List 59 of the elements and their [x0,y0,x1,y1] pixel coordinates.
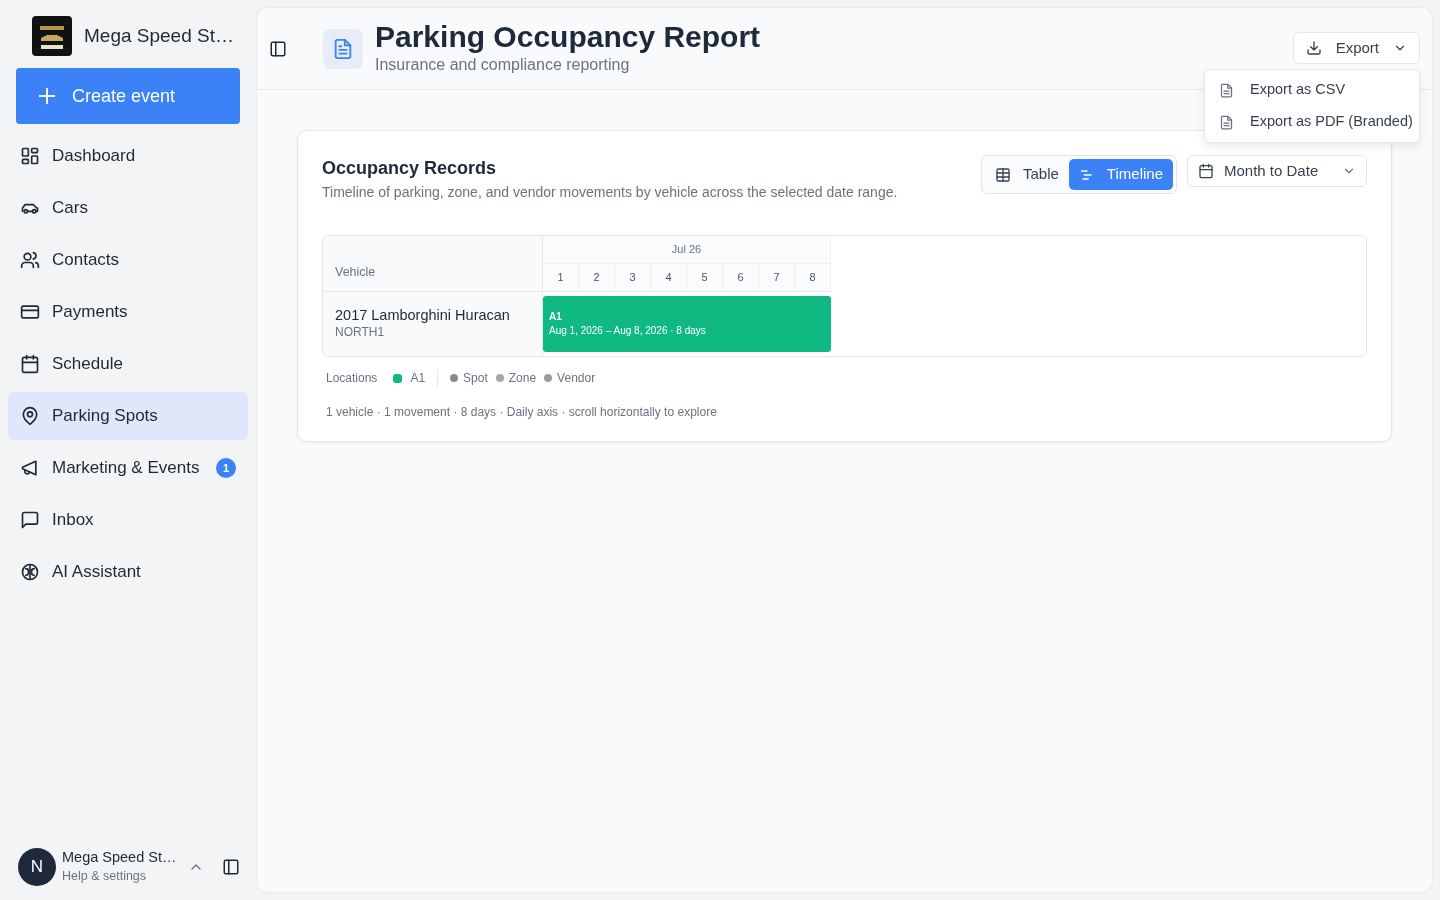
sidebar-item[interactable]: Schedule [8,340,248,388]
user-subtitle: Help & settings [62,868,148,886]
avatar: N [18,848,56,886]
plus-icon [36,85,58,107]
calendar-icon [1198,163,1214,179]
credit-card-icon [20,302,40,322]
day-label: 3 [615,264,651,291]
page-title: Parking Occupancy Report [375,20,761,53]
card-description: Timeline of parking, zone, and vendor movements by vehicle across the selected date range. [322,183,898,202]
month-label: Jul 26 [543,236,831,264]
document-icon [323,28,363,69]
count-badge: 1 [216,458,236,478]
brand-name: Mega Speed St… [84,23,234,48]
megaphone-icon [20,458,40,478]
day-label: 8 [795,264,831,291]
vehicle-name: 2017 Lamborghini Huracan [335,306,511,324]
user-name: Mega Speed St… [62,848,177,868]
file-icon [1219,114,1234,130]
file-icon [1219,82,1234,98]
dashboard-icon [20,146,40,166]
sidebar-item[interactable]: Dashboard [8,132,248,180]
sidebar-item[interactable]: Parking Spots [8,392,248,440]
legend-title: Locations [326,370,378,387]
vehicle-plate: NORTH1 [335,324,386,342]
day-label: 1 [543,264,579,291]
sidebar-item[interactable]: Payments [8,288,248,336]
day-label: 4 [651,264,687,291]
column-header: Vehicle [323,236,542,292]
sidebar-toggle-icon [269,39,287,58]
sidebar-item[interactable]: AI Assistant [8,548,248,596]
legend-label: Zone [508,370,537,387]
users-icon [20,250,40,270]
table-icon [995,166,1011,183]
day-label: 7 [759,264,795,291]
legend-label: Spot [463,370,488,387]
legend-label: Vendor [557,370,596,387]
sidebar-item[interactable]: Cars [8,184,248,232]
view-tab[interactable]: Timeline [1068,159,1173,190]
logo-icon [32,16,72,56]
sidebar-item[interactable]: Inbox [8,496,248,544]
day-label: 5 [687,264,723,291]
sidebar-item[interactable]: Marketing & Events 1 [8,444,248,492]
legend-label: A1 [410,370,426,387]
menu-item[interactable]: Export as CSV [1209,74,1415,106]
date-range-select[interactable]: Month to Date [1187,155,1367,187]
day-label: 2 [579,264,615,291]
create-event-button[interactable]: Create event [16,68,240,124]
card-title: Occupancy Records [322,157,498,180]
summary-text: 1 vehicle · 1 movement · 8 days · Daily axis · scroll horizontally to explore [325,404,718,421]
calendar-icon [20,354,40,374]
sidebar-item[interactable]: Contacts [8,236,248,284]
map-pin-icon [20,406,40,426]
view-tab[interactable]: Table [985,159,1069,190]
sidebar-toggle-icon [222,858,241,876]
day-label: 6 [723,264,759,291]
page-subtitle: Insurance and compliance reporting [375,55,631,75]
export-button[interactable]: Export [1292,32,1420,64]
menu-item[interactable]: Export as PDF (Branded) [1209,106,1415,138]
download-icon [1305,40,1322,56]
